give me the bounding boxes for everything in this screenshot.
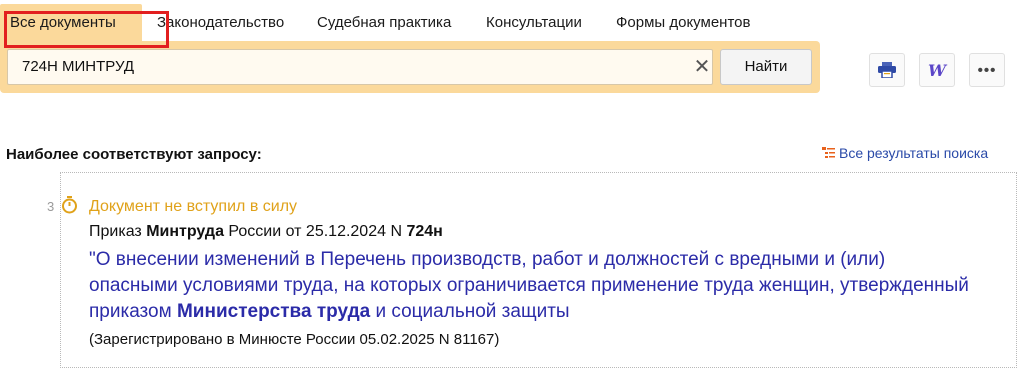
document-status: Документ не вступил в силу <box>89 198 298 215</box>
results-heading: Наиболее соответствуют запросу: <box>6 146 262 163</box>
tab-consultations[interactable]: Консультации <box>476 4 592 41</box>
doc-prefix: Приказ <box>89 223 147 240</box>
title-bold: Министерства труда <box>176 301 371 322</box>
document-reference[interactable]: Приказ Минтруда России от 25.12.2024 N 7… <box>89 223 443 241</box>
doc-number: 724н <box>406 223 443 240</box>
doc-middle: России от 25.12.2024 N <box>223 223 407 240</box>
doc-issuer: Минтруда <box>146 223 224 240</box>
search-query-text[interactable]: 724Н МИНТРУД <box>22 50 134 84</box>
more-options-button[interactable]: ••• <box>969 53 1005 87</box>
list-tree-icon <box>822 147 835 158</box>
tab-document-forms[interactable]: Формы документов <box>606 4 760 41</box>
all-results-label[interactable]: Все результаты поиска <box>839 145 988 161</box>
search-input[interactable]: 724Н МИНТРУД ✕ <box>7 49 713 85</box>
document-title-link[interactable]: "О внесении изменений в Перечень произво… <box>89 247 969 325</box>
all-results-link[interactable]: Все результаты поиска <box>822 145 988 161</box>
document-registration: (Зарегистрировано в Минюсте России 05.02… <box>89 331 500 348</box>
title-part-2: и социальной защиты <box>370 301 570 322</box>
query-highlight-frame <box>4 11 169 48</box>
result-rank: 3 <box>47 199 55 214</box>
print-icon <box>878 62 896 78</box>
tab-legislation[interactable]: Законодательство <box>147 4 294 41</box>
close-icon[interactable]: ✕ <box>691 55 713 79</box>
search-bar: 724Н МИНТРУД ✕ Найти <box>0 41 820 93</box>
export-word-button[interactable]: W <box>919 53 955 87</box>
more-icon: ••• <box>977 61 997 79</box>
word-export-icon: W <box>928 60 946 80</box>
stopwatch-icon <box>62 196 77 214</box>
tab-court-practice[interactable]: Судебная практика <box>307 4 461 41</box>
print-button[interactable] <box>869 53 905 87</box>
search-button[interactable]: Найти <box>720 49 812 85</box>
